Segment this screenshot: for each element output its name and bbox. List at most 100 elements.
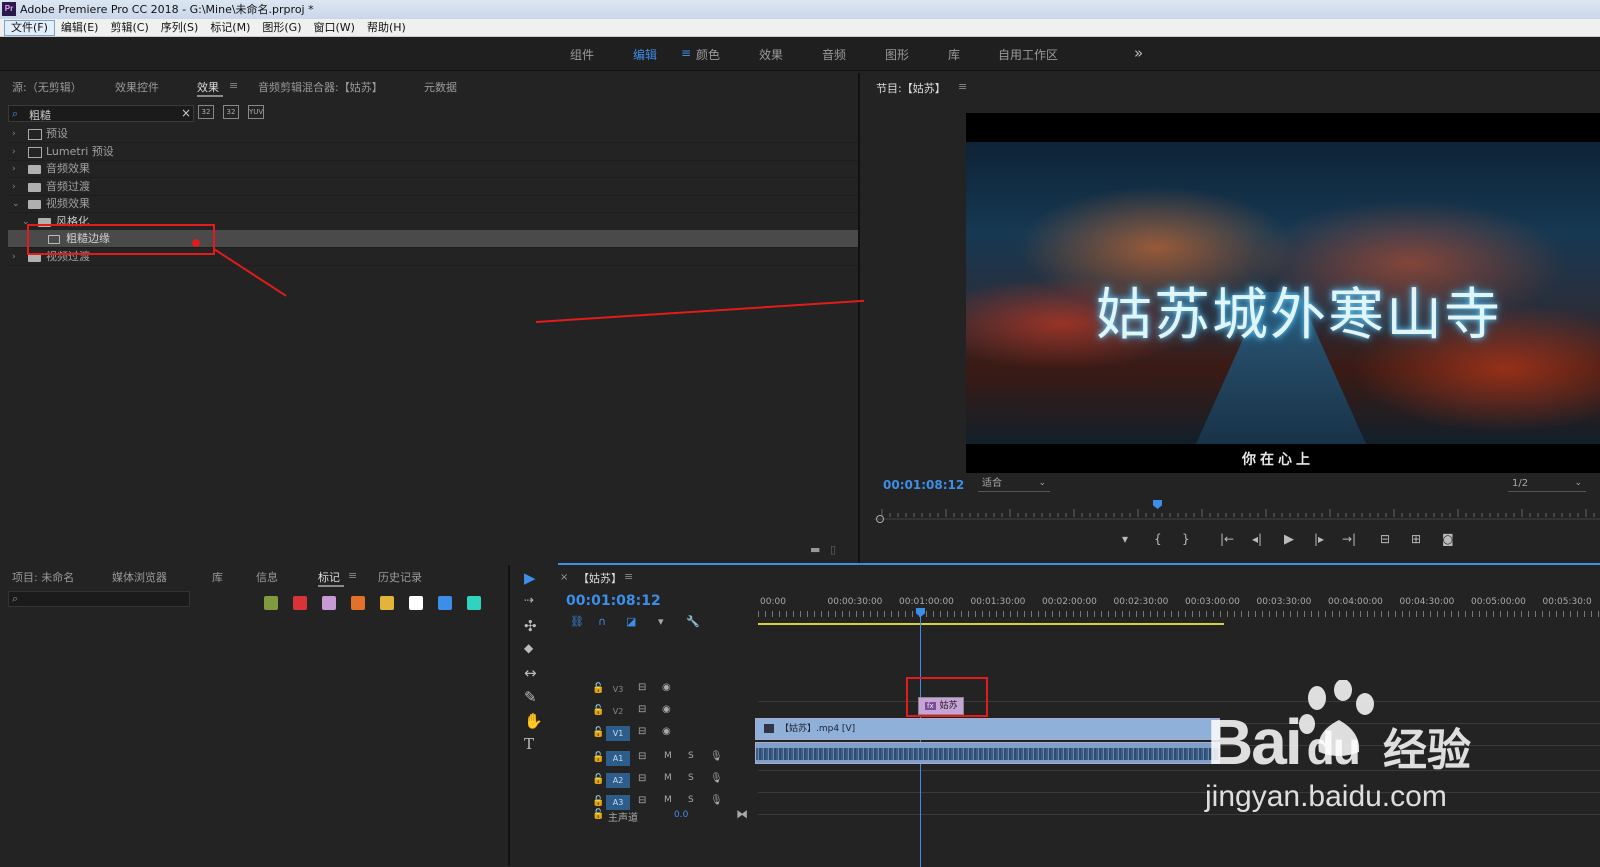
marker-color-swatch[interactable]	[438, 596, 452, 610]
timeline-menu-icon[interactable]: ≡	[624, 570, 633, 583]
solo-button[interactable]: S	[688, 751, 694, 761]
markers-tab-menu-icon[interactable]: ≡	[348, 569, 357, 582]
tab-libraries[interactable]: 库	[212, 569, 223, 585]
delete-icon[interactable]: ▯	[830, 543, 836, 556]
razor-tool-icon[interactable]: ◆	[524, 641, 533, 655]
track-target-v2[interactable]: V2	[606, 704, 630, 719]
extract-icon[interactable]: ⊞	[1411, 532, 1421, 546]
type-tool-icon[interactable]: T	[524, 735, 534, 753]
tab-metadata[interactable]: 元数据	[424, 79, 457, 95]
add-marker-icon[interactable]: ▾	[658, 615, 664, 628]
marker-color-swatch[interactable]	[380, 596, 394, 610]
tab-markers[interactable]: 标记	[318, 569, 340, 585]
play-icon[interactable]: ▶	[1284, 532, 1294, 547]
chevron-right-icon[interactable]: ›	[12, 160, 16, 178]
lock-icon[interactable]: 🔓	[592, 809, 604, 820]
workspace-audio[interactable]: 音频	[822, 46, 846, 63]
step-back-icon[interactable]: ◂|	[1252, 532, 1262, 546]
sync-lock-icon[interactable]: ⊟	[638, 682, 646, 693]
lock-icon[interactable]: 🔓	[592, 683, 604, 694]
tab-effects[interactable]: 效果	[197, 79, 219, 95]
program-zoom-handle[interactable]	[876, 515, 884, 523]
workspace-more-icon[interactable]: »	[1134, 44, 1143, 62]
chevron-down-icon[interactable]: ⌄	[12, 195, 20, 213]
wrench-icon[interactable]: 🔧	[686, 615, 700, 628]
lift-icon[interactable]: ⊟	[1380, 532, 1390, 546]
close-timeline-icon[interactable]: ×	[560, 572, 568, 583]
master-volume-value[interactable]: 0.0	[674, 810, 688, 820]
tab-audio-clip-mixer[interactable]: 音频剪辑混合器:【姑苏】	[258, 79, 383, 95]
chevron-right-icon[interactable]: ›	[12, 248, 16, 266]
track-target-a1[interactable]: A1	[606, 751, 630, 766]
tree-item-audio-transitions[interactable]: › 音频过渡	[8, 178, 858, 196]
track-select-tool-icon[interactable]: ⇢	[524, 593, 534, 607]
hand-tool-icon[interactable]: ✋	[524, 712, 543, 730]
scroll-end-icon[interactable]: ⧓	[736, 807, 748, 821]
tab-info[interactable]: 信息	[256, 569, 278, 585]
tab-history[interactable]: 历史记录	[378, 569, 422, 585]
sync-lock-icon[interactable]: ⊟	[638, 726, 646, 737]
eye-icon[interactable]: ◉	[662, 682, 671, 693]
workspace-assembly[interactable]: 组件	[570, 46, 594, 63]
program-monitor-title[interactable]: 节目:【姑苏】	[876, 80, 946, 96]
video-clip[interactable]: 【姑苏】.mp4 [V]	[755, 718, 1220, 740]
solo-button[interactable]: S	[688, 773, 694, 783]
effects-tab-menu-icon[interactable]: ≡	[229, 79, 238, 92]
tree-item-presets[interactable]: › 预设	[8, 125, 858, 143]
microphone-icon[interactable]: 🎙	[710, 773, 723, 784]
32bit-effects-icon[interactable]: 32	[223, 105, 239, 119]
marker-color-swatch[interactable]	[351, 596, 365, 610]
timeline-sequence-tab[interactable]: 【姑苏】	[578, 570, 622, 586]
program-video-image[interactable]: 姑苏城外寒山寺	[966, 142, 1600, 444]
linked-selection-icon[interactable]: ◪	[626, 615, 636, 628]
effects-search-box[interactable]: ⌕ 粗糙 ×	[8, 105, 194, 122]
slip-tool-icon[interactable]: ↔	[524, 664, 537, 682]
go-to-in-icon[interactable]: |←	[1220, 532, 1234, 546]
marker-color-swatch[interactable]	[293, 596, 307, 610]
fit-dropdown[interactable]: 适合 ⌄	[978, 476, 1050, 492]
lock-icon[interactable]: 🔓	[592, 752, 604, 763]
marker-color-swatch[interactable]	[467, 596, 481, 610]
microphone-icon[interactable]: 🎙	[710, 751, 723, 762]
mute-button[interactable]: M	[664, 773, 672, 783]
menu-sequence[interactable]: 序列(S)	[155, 19, 205, 36]
yuv-effects-icon[interactable]: YUV	[248, 105, 264, 119]
pen-tool-icon[interactable]: ✎	[524, 688, 537, 706]
lock-icon[interactable]: 🔓	[592, 774, 604, 785]
mute-button[interactable]: M	[664, 751, 672, 761]
menu-help[interactable]: 帮助(H)	[361, 19, 412, 36]
audio-clip[interactable]	[755, 742, 1220, 764]
eye-icon[interactable]: ◉	[662, 726, 671, 737]
workspace-effects[interactable]: 效果	[759, 46, 783, 63]
mark-in-icon[interactable]: {	[1154, 532, 1162, 546]
new-bin-icon[interactable]: ▬	[810, 543, 820, 556]
ripple-edit-tool-icon[interactable]: ✣	[524, 617, 537, 635]
menu-edit[interactable]: 编辑(E)	[55, 19, 105, 36]
tab-source[interactable]: 源:（无剪辑）	[12, 79, 82, 95]
workspace-editing[interactable]: 编辑	[633, 46, 657, 63]
markers-search-input[interactable]: ⌕	[8, 591, 190, 607]
workspace-menu-icon[interactable]: ≡	[681, 46, 691, 60]
track-target-a2[interactable]: A2	[606, 773, 630, 788]
marker-color-swatch[interactable]	[264, 596, 278, 610]
add-marker-icon[interactable]: ▾	[1122, 532, 1128, 546]
menu-file[interactable]: 文件(F)	[4, 20, 55, 36]
accelerated-effects-icon[interactable]: 32	[198, 105, 214, 119]
tree-item-audio-effects[interactable]: › 音频效果	[8, 160, 858, 178]
tree-item-video-effects[interactable]: ⌄ 视频效果	[8, 195, 858, 213]
track-target-v1[interactable]: V1	[606, 726, 630, 741]
program-menu-icon[interactable]: ≡	[958, 80, 967, 93]
tab-media-browser[interactable]: 媒体浏览器	[112, 569, 167, 585]
work-area-bar[interactable]	[758, 623, 1224, 625]
chevron-right-icon[interactable]: ›	[12, 125, 16, 143]
tab-project[interactable]: 项目: 未命名	[12, 569, 74, 585]
marker-color-swatch[interactable]	[409, 596, 423, 610]
workspace-custom[interactable]: 自用工作区	[998, 46, 1058, 63]
nest-toggle-icon[interactable]: ⛓	[570, 615, 584, 628]
chevron-right-icon[interactable]: ›	[12, 178, 16, 196]
step-forward-icon[interactable]: |▸	[1314, 532, 1324, 546]
menu-window[interactable]: 窗口(W)	[308, 19, 361, 36]
camera-icon[interactable]: ◙	[1442, 532, 1454, 546]
workspace-libraries[interactable]: 库	[948, 46, 960, 63]
chevron-right-icon[interactable]: ›	[12, 143, 16, 161]
